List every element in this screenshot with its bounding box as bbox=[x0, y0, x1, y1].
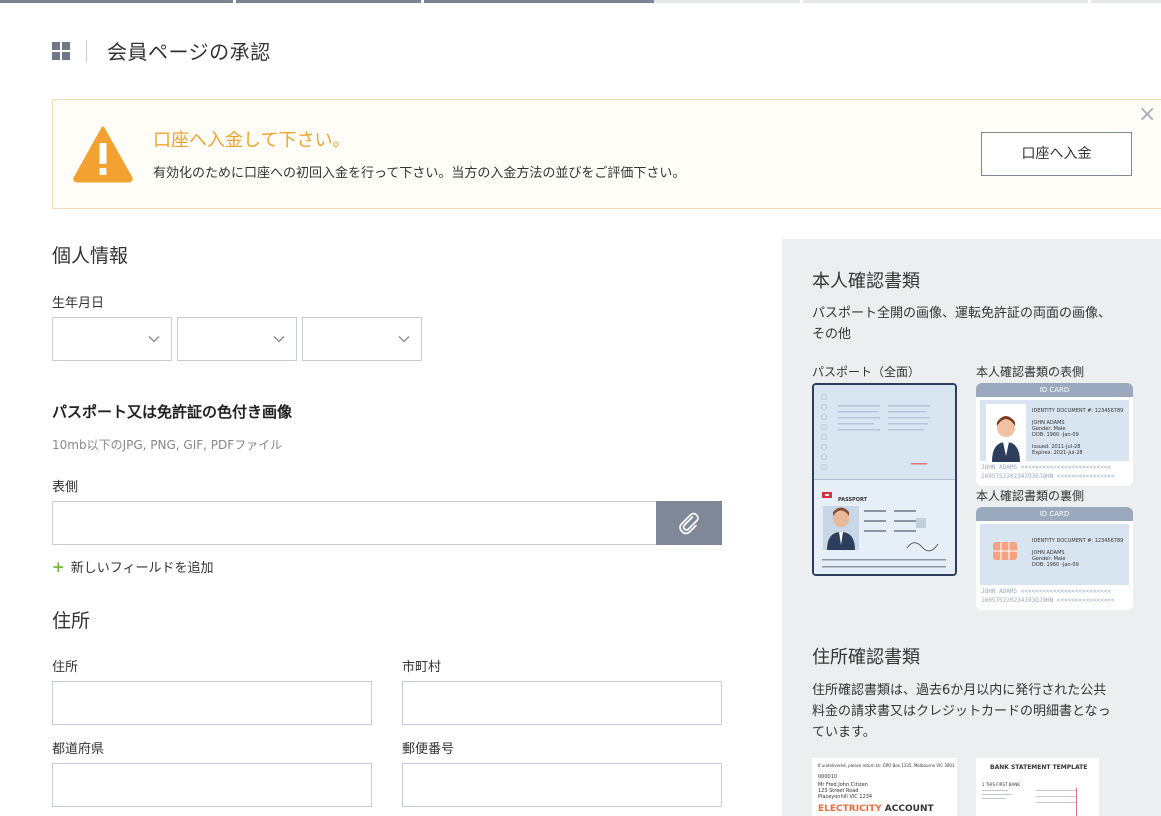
chevron-down-icon bbox=[398, 336, 410, 343]
bill-note: If undelivered, please return to: GPO Bo… bbox=[818, 763, 955, 768]
person-avatar-icon bbox=[986, 404, 1026, 462]
dob-month-select[interactable] bbox=[177, 317, 297, 361]
bill-heading: ELECTRICITY ACCOUNT bbox=[818, 804, 934, 814]
page-title: 会員ページの承認 bbox=[107, 40, 271, 64]
id-mrz-line-2: 1605752202343930JOHN <<<<<<<<<<<<<<<< bbox=[981, 473, 1115, 480]
bill-ref: 000010 bbox=[818, 774, 838, 780]
id-dob-text: DOB: 1960 -Jan-09 bbox=[1032, 432, 1079, 438]
id-mrz-line-1: JOHN ADAMS <<<<<<<<<<<<<<<<<<<<<<<<< bbox=[981, 588, 1112, 595]
id-mrz-line-1: JOHN ADAMS <<<<<<<<<<<<<<<<<<<<<<<<< bbox=[981, 464, 1112, 471]
progress-gap bbox=[800, 0, 803, 3]
document-upload-heading: パスポート又は免許証の色付き画像 bbox=[52, 403, 293, 421]
chevron-down-icon bbox=[273, 336, 285, 343]
street-label: 住所 bbox=[52, 660, 79, 675]
add-new-field-link[interactable]: + 新しいフィールドを追加 bbox=[52, 557, 213, 576]
passport-illustration bbox=[814, 385, 955, 574]
bank-statement-title: BANK STATEMENT TEMPLATE bbox=[990, 764, 1088, 771]
progress-gap bbox=[1088, 0, 1091, 3]
add-new-field-label: 新しいフィールドを追加 bbox=[70, 561, 214, 576]
front-side-label: 表側 bbox=[52, 480, 79, 495]
dob-label: 生年月日 bbox=[52, 296, 105, 311]
id-front-label: 本人確認書類の表側 bbox=[976, 365, 1085, 379]
warning-icon bbox=[73, 126, 133, 183]
bill-address-3: Placeyonhill VIC 1234 bbox=[818, 794, 873, 800]
dob-day-select[interactable] bbox=[52, 317, 172, 361]
city-input[interactable] bbox=[402, 681, 722, 725]
address-docs-description: 住所確認書類は、過去6か月以内に発行された公共料金の請求書又はクレジットカードの… bbox=[812, 683, 1111, 740]
passport-label: パスポート（全面） bbox=[812, 365, 921, 379]
id-card-front-sample: ID CARD IDENTITY DOCUMENT #: 123456789 J… bbox=[976, 383, 1133, 486]
alert-title: 口座へ入金して下さい。 bbox=[153, 130, 351, 151]
utility-bill-sample: If undelivered, please return to: GPO Bo… bbox=[812, 758, 957, 816]
bank-statement-sample: BANK STATEMENT TEMPLATE 1 THIS FIRST BAN… bbox=[976, 758, 1099, 816]
header-divider bbox=[86, 39, 87, 62]
id-card-panel: IDENTITY DOCUMENT #: 123456789 JOHN ADAM… bbox=[980, 524, 1129, 585]
id-card-header: ID CARD bbox=[976, 383, 1133, 397]
bill-heading-electricity: ELECTRICITY bbox=[818, 804, 882, 814]
street-input[interactable] bbox=[52, 681, 372, 725]
deposit-alert: 口座へ入金して下さい。 有効化のために口座への初回入金を行って下さい。当方の入金… bbox=[52, 99, 1161, 209]
city-label: 市町村 bbox=[402, 660, 442, 675]
chip-icon bbox=[993, 542, 1017, 560]
address-heading: 住所 bbox=[52, 610, 91, 632]
id-number-text: IDENTITY DOCUMENT #: 123456789 bbox=[1032, 408, 1124, 414]
id-number-text: IDENTITY DOCUMENT #: 123456789 bbox=[1032, 538, 1124, 544]
front-side-file-input[interactable] bbox=[52, 501, 657, 545]
requirements-sidebar: 本人確認書類 パスポート全開の画像、運転免許証の両面の画像、その他 パスポート（… bbox=[782, 239, 1161, 816]
plus-icon: + bbox=[52, 558, 65, 576]
dob-year-select[interactable] bbox=[302, 317, 422, 361]
id-expires-text: Expires: 2021-Jul-28 bbox=[1032, 450, 1083, 456]
personal-info-heading: 個人情報 bbox=[52, 245, 129, 267]
file-format-hint: 10mb以下のJPG, PNG, GIF, PDFファイル bbox=[52, 438, 283, 452]
id-back-label: 本人確認書類の裏側 bbox=[976, 489, 1085, 503]
id-card-panel: IDENTITY DOCUMENT #: 123456789 JOHN ADAM… bbox=[980, 400, 1129, 462]
state-label: 都道府県 bbox=[52, 742, 105, 757]
id-mrz-line-2: 160575220234393OJOHN <<<<<<<<<<<<<<<< bbox=[981, 597, 1115, 604]
address-docs-title: 住所確認書類 bbox=[812, 647, 920, 668]
id-docs-title: 本人確認書類 bbox=[812, 271, 920, 292]
passport-word: PASSPORT bbox=[838, 497, 868, 503]
id-docs-description: パスポート全開の画像、運転免許証の両面の画像、その他 bbox=[812, 306, 1112, 342]
alert-description: 有効化のために口座への初回入金を行って下さい。当方の入金方法の並びをご評価下さい… bbox=[153, 166, 686, 181]
passport-sample-image: PASSPORT bbox=[812, 383, 957, 576]
bank-statement-lines bbox=[982, 788, 1077, 816]
id-card-header: ID CARD bbox=[976, 507, 1133, 521]
close-icon[interactable]: × bbox=[1138, 104, 1156, 126]
bill-heading-account: ACCOUNT bbox=[881, 804, 934, 814]
progress-step-2 bbox=[236, 0, 421, 3]
grid-icon[interactable] bbox=[52, 41, 70, 60]
deposit-button[interactable]: 口座へ入金 bbox=[981, 132, 1132, 176]
zip-input[interactable] bbox=[402, 763, 722, 807]
progress-step-1 bbox=[0, 0, 233, 3]
id-card-back-sample: ID CARD IDENTITY DOCUMENT #: 123456789 J… bbox=[976, 507, 1133, 610]
progress-step-3 bbox=[424, 0, 654, 3]
zip-label: 郵便番号 bbox=[402, 742, 455, 757]
page-header: 会員ページの承認 bbox=[52, 36, 271, 65]
chevron-down-icon bbox=[148, 336, 160, 343]
paperclip-icon bbox=[679, 512, 699, 535]
id-dob-text: DOB: 1960 -Jan-09 bbox=[1032, 562, 1079, 568]
state-input[interactable] bbox=[52, 763, 372, 807]
attach-file-button[interactable] bbox=[656, 501, 722, 545]
onboarding-progress-bar bbox=[0, 0, 1161, 3]
